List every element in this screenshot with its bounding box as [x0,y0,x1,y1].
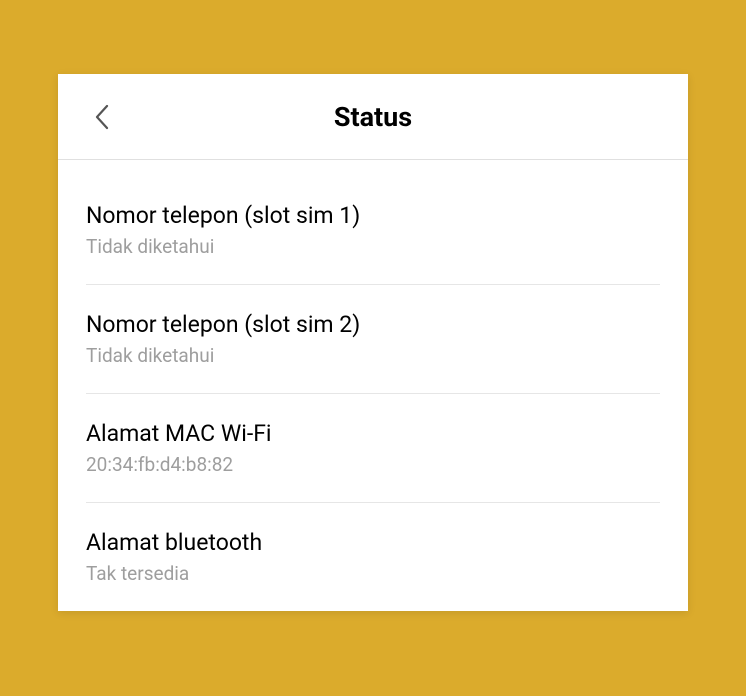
item-label: Alamat bluetooth [86,529,660,556]
item-label: Nomor telepon (slot sim 2) [86,311,660,338]
page-title: Status [334,101,412,133]
list-item[interactable]: Alamat MAC Wi-Fi 20:34:fb:d4:b8:82 [86,394,660,503]
item-label: Nomor telepon (slot sim 1) [86,202,660,229]
spacer [86,160,660,176]
list-item[interactable]: Alamat bluetooth Tak tersedia [86,503,660,611]
item-value: Tidak diketahui [86,235,660,258]
chevron-left-icon [94,103,110,131]
list-item[interactable]: Nomor telepon (slot sim 2) Tidak diketah… [86,285,660,394]
item-label: Alamat MAC Wi-Fi [86,420,660,447]
status-list: Nomor telepon (slot sim 1) Tidak diketah… [58,160,688,611]
item-value: Tidak diketahui [86,344,660,367]
item-value: 20:34:fb:d4:b8:82 [86,453,660,476]
item-value: Tak tersedia [86,562,660,585]
header: Status [58,74,688,160]
list-item[interactable]: Nomor telepon (slot sim 1) Tidak diketah… [86,176,660,285]
status-card: Status Nomor telepon (slot sim 1) Tidak … [58,74,688,611]
back-button[interactable] [86,101,118,133]
